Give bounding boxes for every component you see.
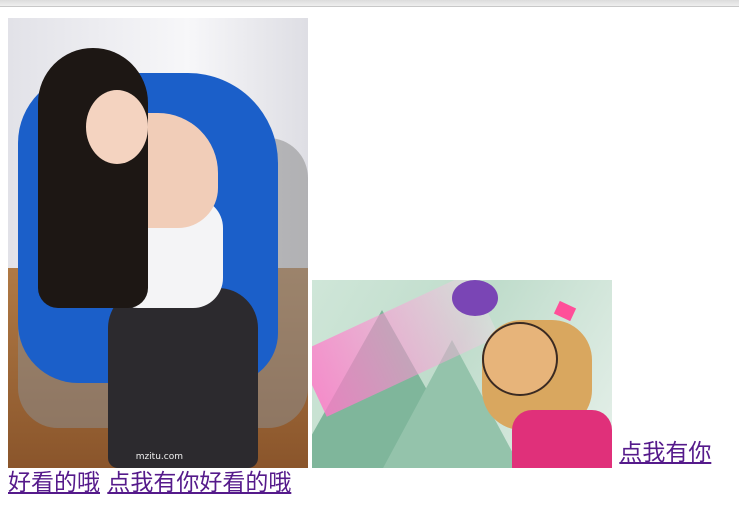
photo-face [86, 90, 148, 164]
cartoon-head [482, 322, 558, 396]
browser-top-border [0, 0, 739, 7]
cartoon-skirt [512, 410, 612, 468]
photo-image: mzitu.com [8, 18, 308, 468]
cartoon-gourd [452, 280, 498, 316]
text-link-2[interactable]: 点我有你好看的哦 [107, 470, 291, 496]
cartoon-hair-ribbon [553, 300, 577, 322]
page-content: mzitu.com 点我有你好看的哦 点我有你好看的哦 [8, 18, 730, 498]
photo-hair [38, 48, 148, 308]
photo-watermark: mzitu.com [135, 452, 183, 462]
cartoon-image [312, 280, 612, 468]
photo-legs [108, 288, 258, 468]
